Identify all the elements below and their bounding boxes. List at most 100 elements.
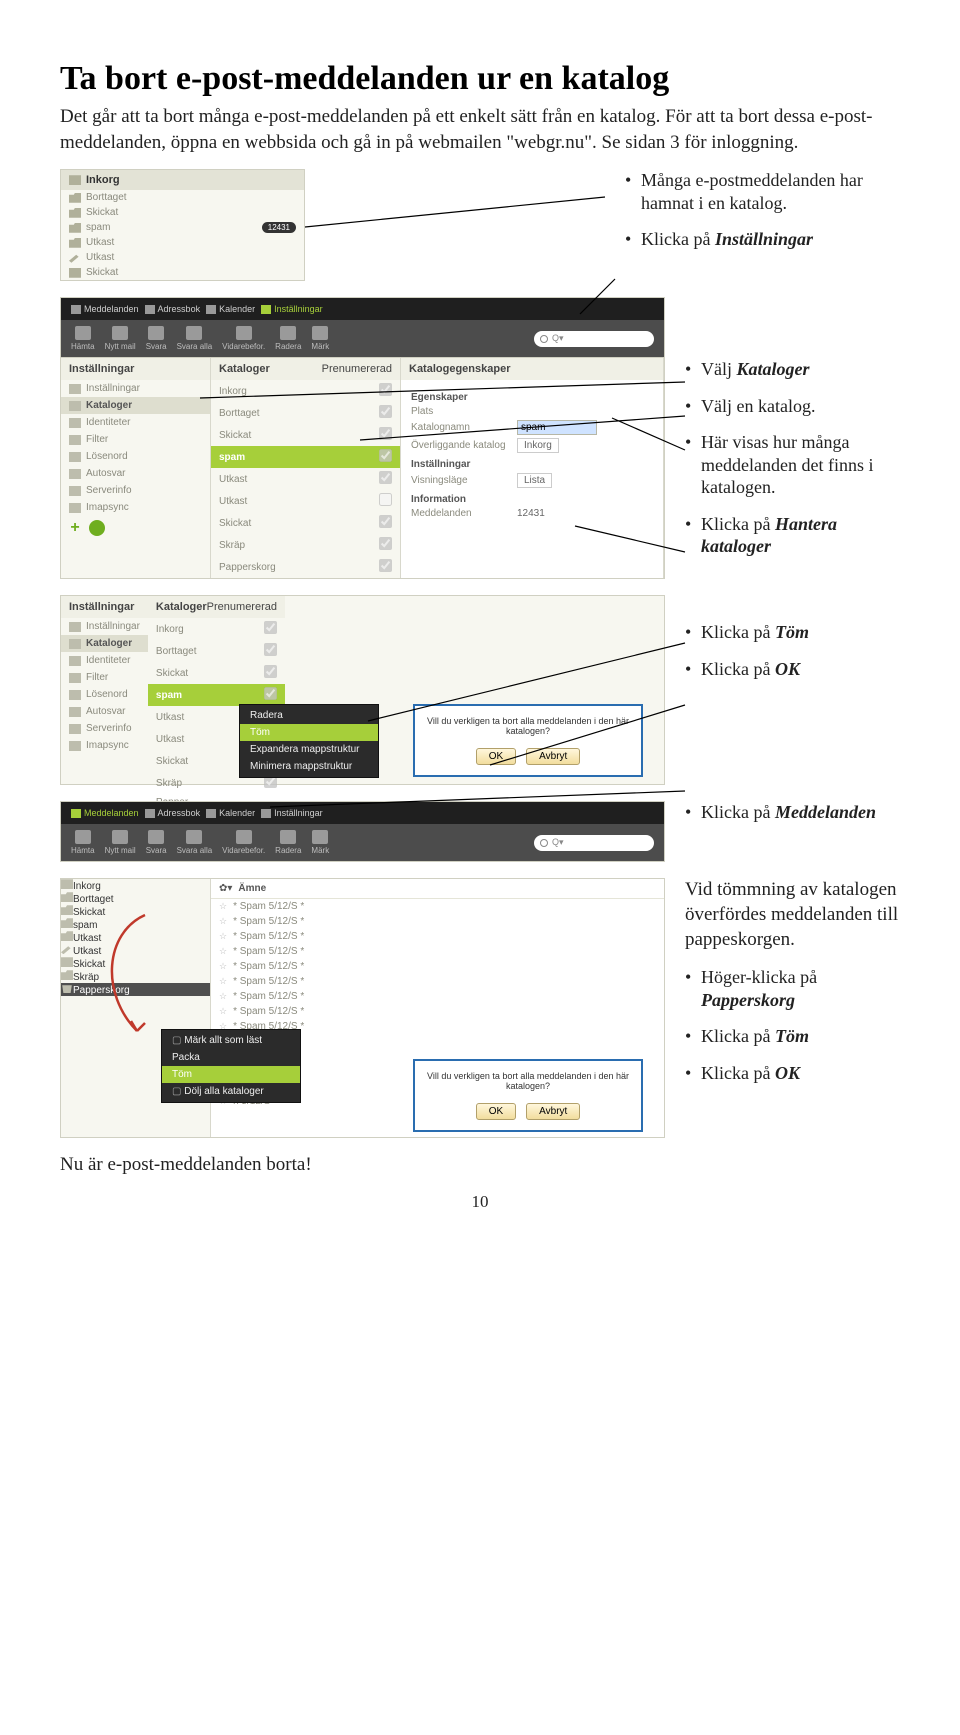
parent-select[interactable]: Inkorg: [517, 438, 559, 453]
settings-item[interactable]: Identiteter: [61, 414, 210, 431]
action-fetch[interactable]: Hämta: [71, 326, 95, 351]
action-reply[interactable]: Svara: [146, 326, 167, 351]
mail-row[interactable]: ☆* Spam 5/12/S *: [211, 974, 664, 989]
folder-item[interactable]: Utkast: [156, 734, 184, 745]
mail-row[interactable]: ☆* Spam 5/12/S *: [211, 989, 664, 1004]
folder-item[interactable]: Skickat: [73, 959, 105, 970]
action-mark[interactable]: Märk: [311, 326, 329, 351]
sidebar-item[interactable]: Utkast: [86, 237, 114, 248]
ok-button[interactable]: OK: [476, 1103, 516, 1120]
subscribe-check[interactable]: [379, 449, 392, 462]
mail-row[interactable]: ☆* Spam 5/12/S *: [211, 899, 664, 914]
folder-item[interactable]: Skickat: [156, 668, 188, 679]
tab-settings[interactable]: Inställningar: [274, 808, 323, 818]
settings-item[interactable]: Identiteter: [61, 652, 148, 669]
folder-item[interactable]: spam: [73, 920, 97, 931]
folder-item[interactable]: Skickat: [211, 424, 400, 446]
subscribe-check[interactable]: [379, 427, 392, 440]
settings-item[interactable]: Inställningar: [61, 618, 148, 635]
mail-row[interactable]: ☆* Spam 5/12/S *: [211, 944, 664, 959]
folder-item[interactable]: Borttaget: [156, 646, 197, 657]
folder-item[interactable]: Utkast: [211, 468, 400, 490]
settings-item[interactable]: Filter: [61, 431, 210, 448]
tab-calendar[interactable]: Kalender: [219, 808, 255, 818]
search-input[interactable]: Q▾: [534, 835, 654, 851]
menu-item-empty[interactable]: Töm: [162, 1066, 300, 1083]
view-select[interactable]: Lista: [517, 473, 552, 488]
cancel-button[interactable]: Avbryt: [526, 748, 580, 765]
add-button[interactable]: +: [67, 520, 83, 536]
action-new[interactable]: Nytt mail: [105, 326, 136, 351]
folder-item[interactable]: Borttaget: [73, 894, 114, 905]
sidebar-item[interactable]: Borttaget: [86, 192, 127, 203]
sidebar-item[interactable]: Skickat: [86, 207, 118, 218]
settings-item[interactable]: Serverinfo: [61, 720, 148, 737]
cancel-button[interactable]: Avbryt: [526, 1103, 580, 1120]
folder-item-trash[interactable]: Papperskorg: [73, 985, 130, 996]
tab-addressbook[interactable]: Adressbok: [158, 304, 201, 314]
folder-item[interactable]: Utkast: [156, 712, 184, 723]
folder-item[interactable]: Skräp: [211, 534, 400, 556]
subscribe-check[interactable]: [379, 383, 392, 396]
subscribe-check[interactable]: [379, 537, 392, 550]
folder-item[interactable]: Inkorg: [211, 380, 400, 402]
action-replyall[interactable]: Svara alla: [177, 326, 213, 351]
mail-row[interactable]: ☆* Spam 5/12/S *: [211, 929, 664, 944]
action-forward[interactable]: Vidarebefor.: [222, 846, 265, 855]
action-reply[interactable]: Svara: [146, 846, 167, 855]
menu-item[interactable]: Packa: [162, 1049, 300, 1066]
folder-item[interactable]: Skräp: [73, 972, 99, 983]
settings-item[interactable]: Lösenord: [61, 686, 148, 703]
ok-button[interactable]: OK: [476, 748, 516, 765]
folder-item[interactable]: Skickat: [73, 907, 105, 918]
menu-item-empty[interactable]: Töm: [240, 724, 378, 741]
settings-item[interactable]: Imapsync: [61, 737, 148, 754]
settings-item[interactable]: Autosvar: [61, 703, 148, 720]
tab-settings[interactable]: Inställningar: [274, 304, 323, 314]
folder-item[interactable]: Inkorg: [73, 881, 101, 892]
action-delete[interactable]: Radera: [275, 846, 301, 855]
sidebar-item-spam[interactable]: spam: [86, 222, 110, 233]
action-replyall[interactable]: Svara alla: [177, 846, 213, 855]
settings-item[interactable]: Lösenord: [61, 448, 210, 465]
menu-item[interactable]: ▢ Dölj alla kataloger: [162, 1083, 300, 1100]
tab-messages[interactable]: Meddelanden: [84, 808, 139, 818]
folder-item[interactable]: Skräp: [156, 778, 182, 789]
menu-item[interactable]: ▢ Märk allt som läst: [162, 1032, 300, 1049]
settings-item-kataloger[interactable]: Kataloger: [61, 397, 210, 414]
tab-messages[interactable]: Meddelanden: [84, 304, 139, 314]
subscribe-check[interactable]: [379, 471, 392, 484]
gear-icon[interactable]: [89, 520, 105, 536]
subscribe-check[interactable]: [379, 515, 392, 528]
action-new[interactable]: Nytt mail: [105, 846, 136, 855]
folder-item-spam[interactable]: spam: [156, 690, 182, 701]
settings-item[interactable]: Imapsync: [61, 499, 210, 516]
settings-item[interactable]: Filter: [61, 669, 148, 686]
mail-row[interactable]: ☆* Spam 5/12/S *: [211, 1004, 664, 1019]
sidebar-item[interactable]: Utkast: [86, 252, 114, 263]
mail-row[interactable]: ☆* Spam 5/12/S *: [211, 959, 664, 974]
settings-item[interactable]: Serverinfo: [61, 482, 210, 499]
action-mark[interactable]: Märk: [311, 846, 329, 855]
folder-item[interactable]: Utkast: [211, 490, 400, 512]
tab-addressbook[interactable]: Adressbok: [158, 808, 201, 818]
folder-item-spam[interactable]: spam: [211, 446, 400, 468]
settings-item[interactable]: Autosvar: [61, 465, 210, 482]
action-fetch[interactable]: Hämta: [71, 846, 95, 855]
folder-item[interactable]: Papperskorg: [211, 556, 400, 578]
subscribe-check[interactable]: [379, 493, 392, 506]
action-forward[interactable]: Vidarebefor.: [222, 326, 265, 351]
menu-item[interactable]: Radera: [240, 707, 378, 724]
action-delete[interactable]: Radera: [275, 326, 301, 351]
folder-item[interactable]: Borttaget: [211, 402, 400, 424]
settings-item-kataloger[interactable]: Kataloger: [61, 635, 148, 652]
folder-name-input[interactable]: [517, 420, 597, 435]
menu-item[interactable]: Minimera mappstruktur: [240, 758, 378, 775]
folder-item[interactable]: Utkast: [73, 933, 101, 944]
sidebar-item[interactable]: Skickat: [86, 267, 118, 278]
folder-item[interactable]: Skickat: [156, 756, 188, 767]
mail-row[interactable]: ☆* Spam 5/12/S *: [211, 914, 664, 929]
subscribe-check[interactable]: [379, 559, 392, 572]
menu-item[interactable]: Expandera mappstruktur: [240, 741, 378, 758]
tab-calendar[interactable]: Kalender: [219, 304, 255, 314]
